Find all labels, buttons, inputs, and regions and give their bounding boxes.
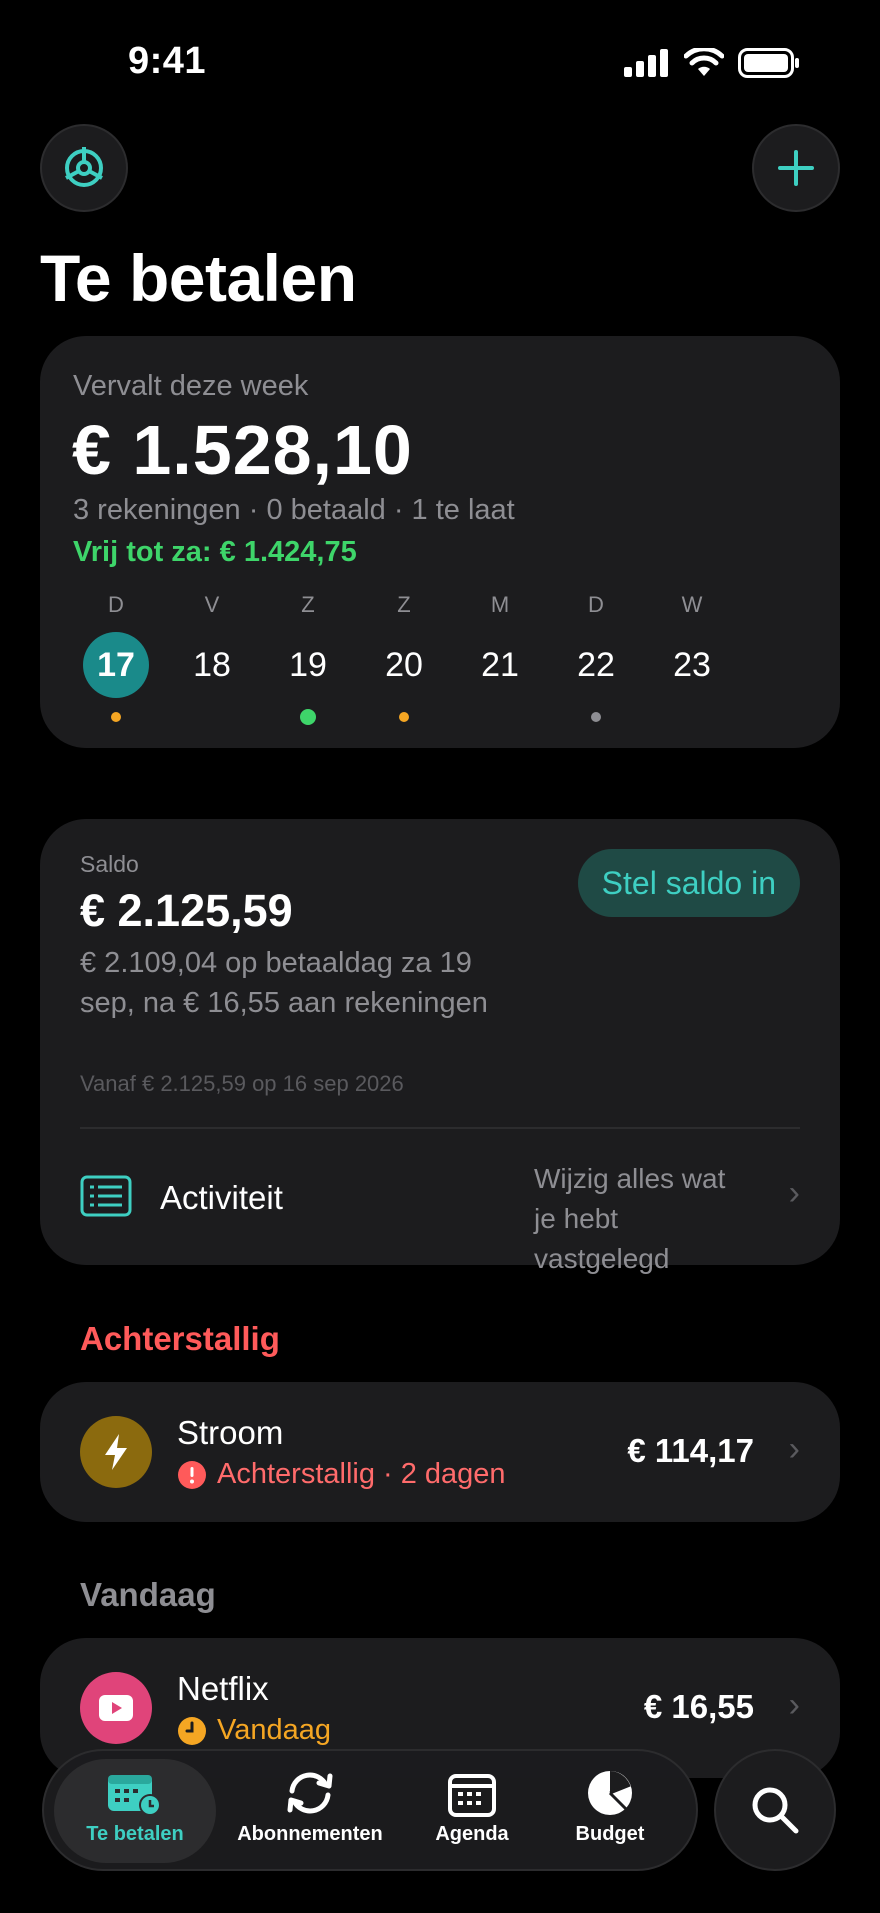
day-cell[interactable]: D 17	[76, 592, 156, 722]
day-number: 19	[289, 646, 327, 684]
bill-amount: € 16,55	[643, 1688, 754, 1725]
day-number: 18	[193, 646, 231, 684]
free-until-text: Vrij tot za: € 1.424,75	[73, 536, 357, 568]
signal-icon	[624, 49, 668, 77]
week-day-strip: D 17 V 18 Z 19 Z 20 M 21 D 22 W 23	[40, 592, 840, 732]
day-letter: W	[681, 592, 703, 617]
calendar-icon	[406, 1759, 538, 1817]
week-due-card[interactable]: Vervalt deze week € 1.528,10 3 rekeninge…	[40, 336, 840, 748]
add-button[interactable]	[752, 124, 840, 212]
bill-name: Netflix	[177, 1670, 269, 1707]
battery-icon	[738, 48, 799, 78]
bill-name: Stroom	[177, 1414, 284, 1451]
day-letter: D	[108, 592, 124, 617]
due-dot	[399, 712, 409, 722]
search-button[interactable]	[714, 1749, 836, 1871]
lightning-icon	[80, 1416, 152, 1488]
plus-icon	[778, 150, 814, 186]
due-dot	[591, 712, 601, 722]
day-cell[interactable]: D 22	[556, 592, 636, 722]
balance-amount: € 2.125,59	[80, 885, 293, 936]
day-cell[interactable]: V 18	[172, 592, 252, 698]
bill-row-stroom[interactable]: Stroom Achterstallig · 2 dagen € 114,17 …	[40, 1382, 840, 1522]
day-letter: D	[588, 592, 604, 617]
day-number: 17	[83, 632, 149, 698]
search-icon	[752, 1787, 799, 1834]
day-number: 23	[673, 646, 711, 684]
day-letter: Z	[397, 592, 411, 617]
status-icons	[624, 48, 800, 78]
clock-icon	[178, 1716, 206, 1745]
gear-icon	[65, 147, 103, 187]
day-number: 20	[385, 646, 423, 684]
tab-bar: Te betalen Abonnementen Agenda Budget	[42, 1749, 698, 1871]
bill-amount: € 114,17	[627, 1432, 754, 1469]
play-icon	[80, 1672, 152, 1744]
balance-card: Saldo € 2.125,59 € 2.109,04 op betaaldag…	[40, 819, 840, 1274]
alert-icon	[178, 1460, 206, 1489]
balance-description: € 2.109,04 op betaaldag za 19 sep, na € …	[80, 947, 488, 1019]
day-number: 21	[481, 646, 519, 684]
pie-chart-icon	[544, 1759, 676, 1817]
bill-status: Achterstallig · 2 dagen	[177, 1458, 506, 1491]
activity-label[interactable]: Activiteit	[160, 1179, 283, 1217]
bill-status-text: Vandaag	[217, 1714, 331, 1746]
tab-label: Abonnementen	[237, 1823, 383, 1845]
divider	[80, 1127, 800, 1129]
tab-label: Budget	[575, 1823, 645, 1845]
list-icon	[80, 1175, 132, 1217]
week-due-summary: 3 rekeningen · 0 betaald · 1 te laat	[73, 494, 515, 526]
settings-button[interactable]	[40, 124, 128, 212]
set-balance-button[interactable]: Stel saldo in	[577, 849, 800, 917]
chevron-right-icon[interactable]: ›	[789, 1174, 800, 1213]
chevron-right-icon: ›	[788, 1430, 800, 1468]
week-due-label: Vervalt deze week	[73, 370, 309, 402]
day-cell[interactable]: Z 19	[268, 592, 348, 725]
day-cell[interactable]: Z 20	[364, 592, 444, 722]
bill-status: Vandaag	[177, 1714, 331, 1747]
tab-agenda[interactable]: Agenda	[406, 1759, 538, 1863]
today-section-title: Vandaag	[80, 1576, 216, 1613]
status-bar: 9:41	[0, 0, 880, 120]
overdue-section-title: Achterstallig	[80, 1320, 280, 1357]
activity-hint: Wijzig alles wat je hebt vastgelegd	[534, 1163, 726, 1274]
tab-te-betalen[interactable]: Te betalen	[54, 1759, 216, 1863]
day-letter: Z	[301, 592, 315, 617]
bill-status-text: Achterstallig · 2 dagen	[217, 1458, 506, 1490]
tab-label: Agenda	[435, 1823, 509, 1845]
chevron-right-icon: ›	[788, 1686, 800, 1724]
status-time: 9:41	[128, 40, 207, 82]
balance-from: Vanaf € 2.125,59 op 16 sep 2026	[80, 1071, 404, 1096]
day-cell[interactable]: W 23	[652, 592, 732, 698]
balance-label: Saldo	[80, 851, 139, 877]
wifi-icon	[684, 48, 724, 76]
tab-budget[interactable]: Budget	[544, 1759, 676, 1863]
day-letter: M	[490, 592, 510, 617]
payday-dot	[300, 709, 316, 725]
tab-label: Te betalen	[86, 1823, 184, 1845]
day-number: 22	[577, 646, 615, 684]
page-title: Te betalen	[40, 241, 357, 315]
tab-abonnementen[interactable]: Abonnementen	[222, 1759, 398, 1863]
calendar-clock-icon	[54, 1759, 216, 1817]
refresh-icon	[222, 1759, 398, 1817]
day-cell[interactable]: M 21	[460, 592, 540, 698]
due-dot	[111, 712, 121, 722]
day-letter: V	[204, 592, 220, 617]
week-due-amount: € 1.528,10	[72, 411, 413, 489]
